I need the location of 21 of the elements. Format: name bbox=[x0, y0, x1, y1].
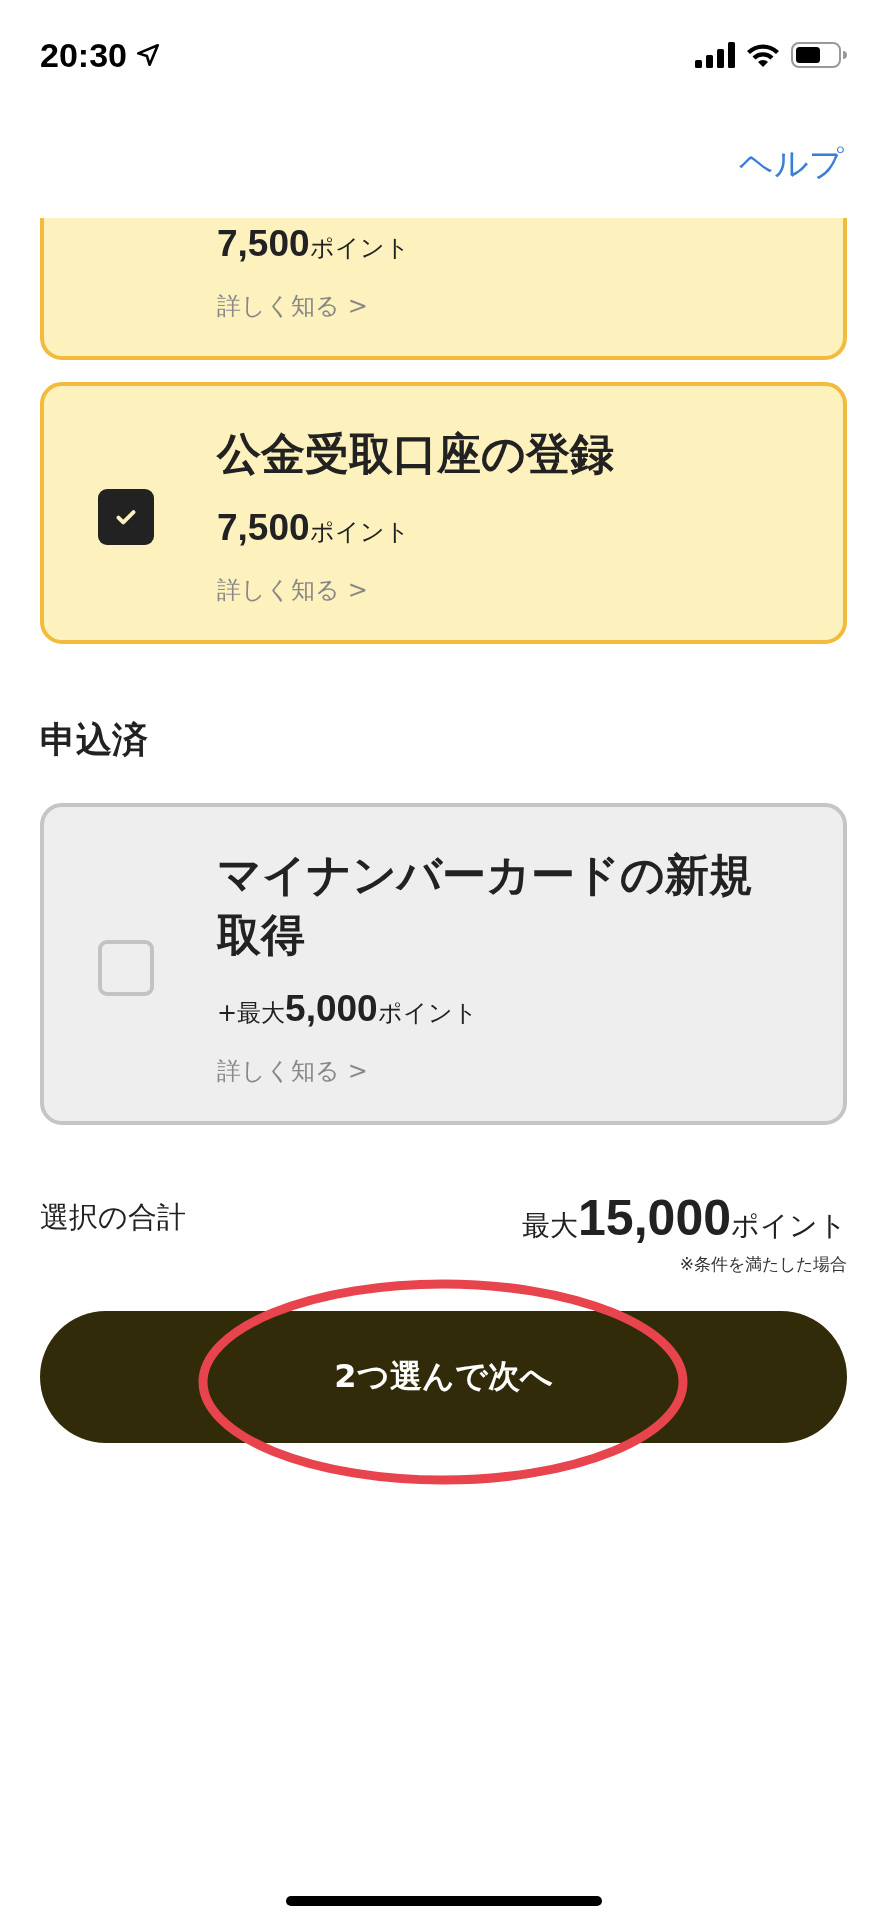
condition-note: ※条件を満たした場合 bbox=[679, 1253, 847, 1276]
points-amount: 7,500ポイント bbox=[217, 506, 411, 550]
card-title: 公金受取口座の登録 bbox=[217, 427, 615, 481]
wifi-icon bbox=[745, 42, 781, 68]
option-card[interactable]: 公金受取口座の登録 7,500ポイント 詳しく知る > bbox=[40, 382, 847, 644]
total-label: 選択の合計 bbox=[40, 1199, 186, 1236]
option-card[interactable]: マイナンバーカードの新規取得 +最大5,000ポイント 詳しく知る > bbox=[40, 803, 847, 1125]
points-amount: 7,500ポイント bbox=[217, 222, 411, 266]
option-card[interactable]: 7,500ポイント 詳しく知る > bbox=[40, 218, 847, 360]
clock-time: 20:30 bbox=[40, 35, 127, 75]
section-heading: 申込済 bbox=[40, 718, 149, 762]
points-amount: +最大5,000ポイント bbox=[217, 987, 479, 1031]
card-title: マイナンバーカードの新規取得 bbox=[217, 848, 754, 962]
battery-icon bbox=[791, 42, 847, 68]
checkbox[interactable] bbox=[97, 940, 154, 996]
checkbox[interactable] bbox=[97, 489, 154, 545]
signal-icon bbox=[695, 42, 735, 68]
next-button[interactable]: 2つ選んで次へ bbox=[40, 1311, 847, 1443]
location-arrow-icon bbox=[134, 42, 161, 68]
total-points: 最大15,000ポイント bbox=[522, 1189, 847, 1247]
help-link[interactable]: ヘルプ bbox=[739, 141, 844, 187]
